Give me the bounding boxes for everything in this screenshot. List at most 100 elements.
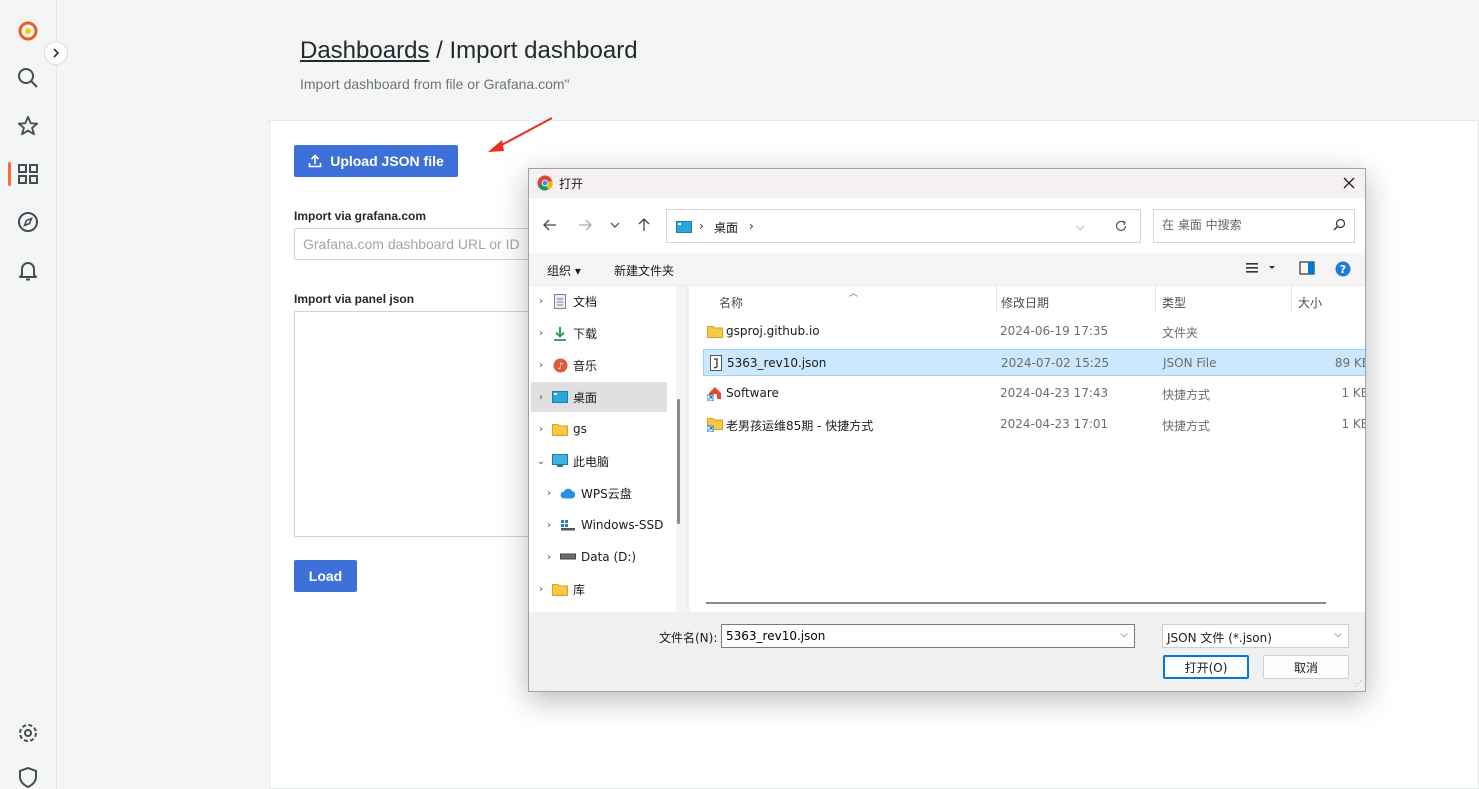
column-header-size[interactable]: 大小	[1298, 294, 1322, 311]
refresh-icon[interactable]	[1114, 219, 1128, 236]
column-divider[interactable]	[996, 286, 997, 312]
forward-arrow-icon[interactable]	[574, 214, 596, 236]
chevron-right-icon	[53, 48, 60, 58]
upload-icon	[308, 154, 322, 168]
tree-item-this-pc[interactable]: ⌄ 此电脑	[531, 446, 667, 476]
panel-json-label: Import via panel json	[294, 292, 415, 306]
tree-item-label: 库	[573, 582, 586, 597]
address-location[interactable]: 桌面	[714, 219, 738, 236]
tree-item-downloads[interactable]: › 下载	[531, 318, 667, 348]
filetype-value: JSON 文件 (*.json)	[1167, 631, 1272, 645]
tree-item-gs[interactable]: › gs	[531, 414, 667, 444]
open-button[interactable]: 打开(O)	[1163, 655, 1249, 679]
new-folder-button[interactable]: 新建文件夹	[614, 262, 674, 279]
file-row[interactable]: Software 2024-04-23 17:43 快捷方式 1 KB	[703, 380, 1365, 407]
tree-item-data-d[interactable]: › Data (D:)	[539, 542, 675, 572]
tree-item-desktop[interactable]: › 桌面	[531, 382, 667, 412]
chevron-right-icon[interactable]: ›	[531, 360, 551, 371]
chevron-down-icon[interactable]: ⌵	[1076, 220, 1084, 234]
view-options-icon[interactable]	[1245, 261, 1277, 278]
settings-gear-icon[interactable]	[14, 719, 42, 747]
file-size: 1 KB	[1341, 386, 1365, 400]
filename-combobox[interactable]: ⌵	[721, 624, 1135, 648]
column-header-type[interactable]: 类型	[1162, 294, 1186, 311]
load-button[interactable]: Load	[294, 560, 357, 592]
chevron-right-icon[interactable]: ›	[531, 392, 551, 403]
dialog-toolbar: 组织 ▾ 新建文件夹 ?	[529, 253, 1365, 286]
dialog-navbar: › 桌面 › ⌵	[529, 198, 1365, 253]
tree-item-label: 此电脑	[573, 454, 610, 469]
column-divider[interactable]	[1155, 286, 1156, 312]
chevron-right-icon[interactable]: ›	[539, 488, 559, 499]
file-row[interactable]: gsproj.github.io 2024-06-19 17:35 文件夹	[703, 318, 1365, 345]
dialog-titlebar: 打开	[529, 169, 1365, 198]
tree-item-wps-cloud[interactable]: › WPS云盘	[539, 478, 675, 508]
preview-pane-icon[interactable]	[1299, 261, 1315, 278]
back-arrow-icon[interactable]	[539, 214, 561, 236]
up-arrow-icon[interactable]	[633, 214, 655, 236]
shield-icon[interactable]	[14, 763, 42, 789]
cancel-button[interactable]: 取消	[1263, 655, 1349, 679]
sort-ascending-icon: ︿	[849, 289, 859, 299]
file-type: 快捷方式	[1162, 388, 1211, 402]
desktop-icon	[551, 389, 569, 405]
grafana-com-input[interactable]	[294, 228, 544, 260]
file-row[interactable]: 老男孩运维85期 - 快捷方式 2024-04-23 17:01 快捷方式 1 …	[703, 411, 1365, 438]
search-icon[interactable]	[14, 64, 42, 92]
tree-item-label: Data (D:)	[581, 550, 637, 564]
menu-expand-button[interactable]	[44, 41, 68, 65]
chevron-down-icon: ⌵	[1334, 629, 1342, 640]
tree-item-label: WPS云盘	[581, 486, 632, 501]
drive-icon	[559, 549, 577, 565]
column-divider[interactable]	[1291, 286, 1292, 312]
chevron-right-icon[interactable]: ›	[531, 328, 551, 339]
chevron-right-icon[interactable]: ›	[539, 520, 559, 531]
alerting-bell-icon[interactable]	[14, 256, 42, 284]
chevron-down-icon[interactable]: ⌵	[1120, 629, 1128, 640]
explore-compass-icon[interactable]	[14, 208, 42, 236]
search-input[interactable]	[1162, 218, 1322, 232]
address-bar[interactable]: › 桌面 › ⌵	[666, 209, 1141, 243]
close-icon	[1343, 177, 1355, 189]
file-type: 快捷方式	[1162, 419, 1211, 433]
column-header-date[interactable]: 修改日期	[1001, 294, 1049, 311]
chevron-right-icon[interactable]: ›	[531, 296, 551, 307]
chevron-right-icon[interactable]: ›	[531, 424, 551, 435]
annotation-arrow-icon	[488, 117, 553, 152]
search-box[interactable]	[1153, 209, 1355, 243]
tree-item-library[interactable]: › 库	[531, 574, 667, 604]
grafana-logo-icon[interactable]	[14, 16, 42, 44]
resize-grip-icon[interactable]: ⋰	[1354, 679, 1362, 688]
svg-text:?: ?	[1340, 263, 1346, 276]
dialog-close-button[interactable]	[1339, 173, 1359, 193]
upload-json-button[interactable]: Upload JSON file	[294, 145, 458, 177]
chevron-down-icon[interactable]: ⌄	[531, 456, 551, 467]
filename-input[interactable]	[726, 629, 1106, 643]
organize-menu[interactable]: 组织 ▾	[547, 262, 581, 279]
tree-item-documents[interactable]: › 文档	[531, 286, 667, 316]
tree-item-label: 桌面	[573, 390, 598, 405]
file-row-selected[interactable]: 5363_rev10.json 2024-07-02 15:25 JSON Fi…	[703, 349, 1365, 376]
file-list-horizontal-scrollbar[interactable]	[706, 602, 1326, 604]
desktop-icon	[676, 221, 692, 233]
file-name: gsproj.github.io	[726, 324, 820, 338]
column-header-name[interactable]: 名称	[719, 294, 743, 311]
help-icon[interactable]: ?	[1335, 261, 1351, 280]
tree-item-windows-ssd[interactable]: › Windows-SSD	[539, 510, 675, 540]
chevron-right-icon[interactable]: ›	[531, 584, 551, 595]
recent-locations-chevron-icon[interactable]	[604, 214, 626, 236]
chevron-right-icon[interactable]: ›	[539, 552, 559, 563]
dashboards-icon[interactable]	[14, 160, 42, 188]
filetype-select[interactable]: JSON 文件 (*.json) ⌵	[1162, 624, 1349, 648]
file-date: 2024-04-23 17:43	[1000, 386, 1109, 400]
folder-icon	[706, 323, 724, 339]
tree-item-music[interactable]: › ♪ 音乐	[531, 350, 667, 380]
star-icon[interactable]	[14, 112, 42, 140]
file-date: 2024-06-19 17:35	[1000, 324, 1109, 338]
file-type: 文件夹	[1162, 326, 1199, 340]
breadcrumb-dashboards-link[interactable]: Dashboards	[300, 37, 429, 64]
panel-json-textarea[interactable]	[294, 311, 544, 537]
search-icon	[1333, 218, 1346, 234]
tree-scrollbar-thumb[interactable]	[677, 399, 680, 524]
file-name: 5363_rev10.json	[727, 356, 827, 370]
